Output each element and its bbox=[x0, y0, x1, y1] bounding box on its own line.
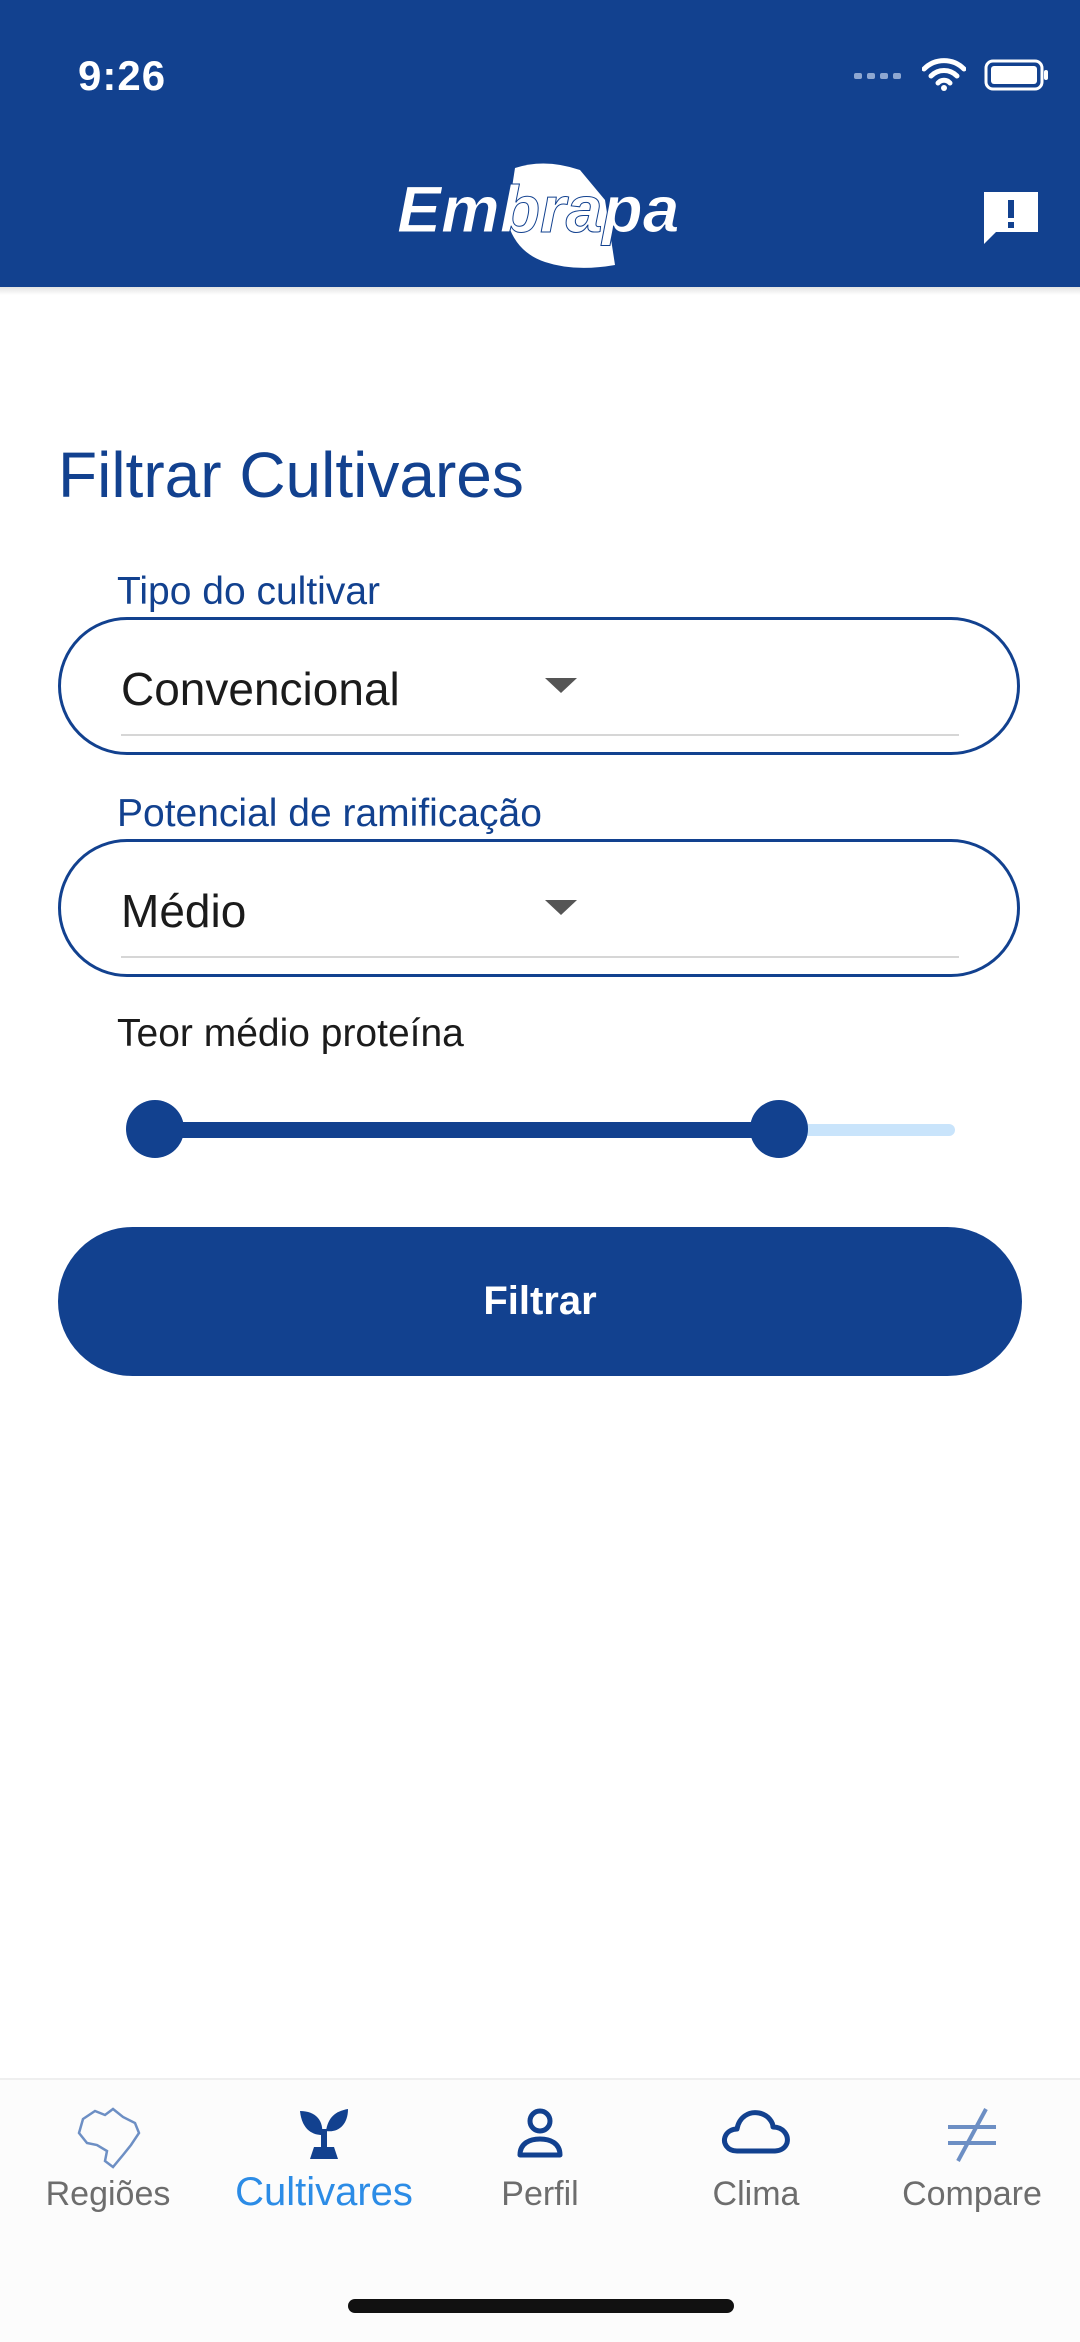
app-header: 9:26 Embrapa bbox=[0, 0, 1080, 287]
tipo-cultivar-value: Convencional bbox=[121, 663, 400, 715]
nav-item-perfil[interactable]: Perfil bbox=[432, 2080, 648, 2230]
status-icons bbox=[854, 58, 1050, 92]
proteina-label: Teor médio proteína bbox=[117, 1012, 464, 1055]
page-title: Filtrar Cultivares bbox=[58, 439, 524, 511]
nav-label: Perfil bbox=[501, 2175, 579, 2213]
sprout-icon bbox=[300, 2109, 348, 2159]
slider-max-thumb[interactable] bbox=[750, 1100, 808, 1158]
nav-item-cultivares[interactable]: Cultivares bbox=[216, 2080, 432, 2230]
brazil-map-icon bbox=[77, 2107, 141, 2169]
header-shadow bbox=[0, 287, 1080, 295]
tipo-cultivar-select[interactable]: Convencional bbox=[58, 617, 1020, 755]
person-icon bbox=[517, 2108, 563, 2158]
nav-label: Cultivares bbox=[235, 2170, 413, 2214]
nav-label: Regiões bbox=[45, 2175, 171, 2213]
home-indicator bbox=[348, 2299, 734, 2313]
nav-label: Compare bbox=[902, 2175, 1042, 2213]
nav-item-compare[interactable]: Compare bbox=[864, 2080, 1080, 2230]
tipo-cultivar-label: Tipo do cultivar bbox=[117, 570, 381, 613]
nav-item-regioes[interactable]: Regiões bbox=[0, 2080, 216, 2230]
filtrar-button[interactable]: Filtrar bbox=[58, 1227, 1022, 1376]
slider-active-track bbox=[155, 1122, 779, 1138]
battery-icon bbox=[984, 59, 1048, 91]
nav-item-clima[interactable]: Clima bbox=[648, 2080, 864, 2230]
logo-text: Embrapa bbox=[397, 172, 679, 246]
ramificacao-label: Potencial de ramificação bbox=[117, 792, 542, 835]
signal-icon bbox=[854, 73, 901, 79]
select-underline bbox=[121, 734, 959, 736]
cloud-icon bbox=[722, 2110, 790, 2154]
embrapa-logo: Embrapa bbox=[397, 163, 680, 268]
select-underline bbox=[121, 956, 959, 958]
proteina-range-slider[interactable] bbox=[126, 1100, 955, 1160]
wifi-icon bbox=[922, 58, 966, 91]
ramificacao-select[interactable]: Médio bbox=[58, 839, 1020, 977]
ramificacao-value: Médio bbox=[121, 885, 247, 937]
status-time: 9:26 bbox=[78, 52, 167, 99]
dropdown-arrow-icon bbox=[545, 678, 577, 693]
not-equal-icon bbox=[948, 2108, 996, 2162]
dropdown-arrow-icon bbox=[545, 900, 577, 915]
nav-label: Clima bbox=[712, 2175, 800, 2213]
slider-min-thumb[interactable] bbox=[126, 1100, 184, 1158]
feedback-icon[interactable] bbox=[980, 188, 1042, 248]
